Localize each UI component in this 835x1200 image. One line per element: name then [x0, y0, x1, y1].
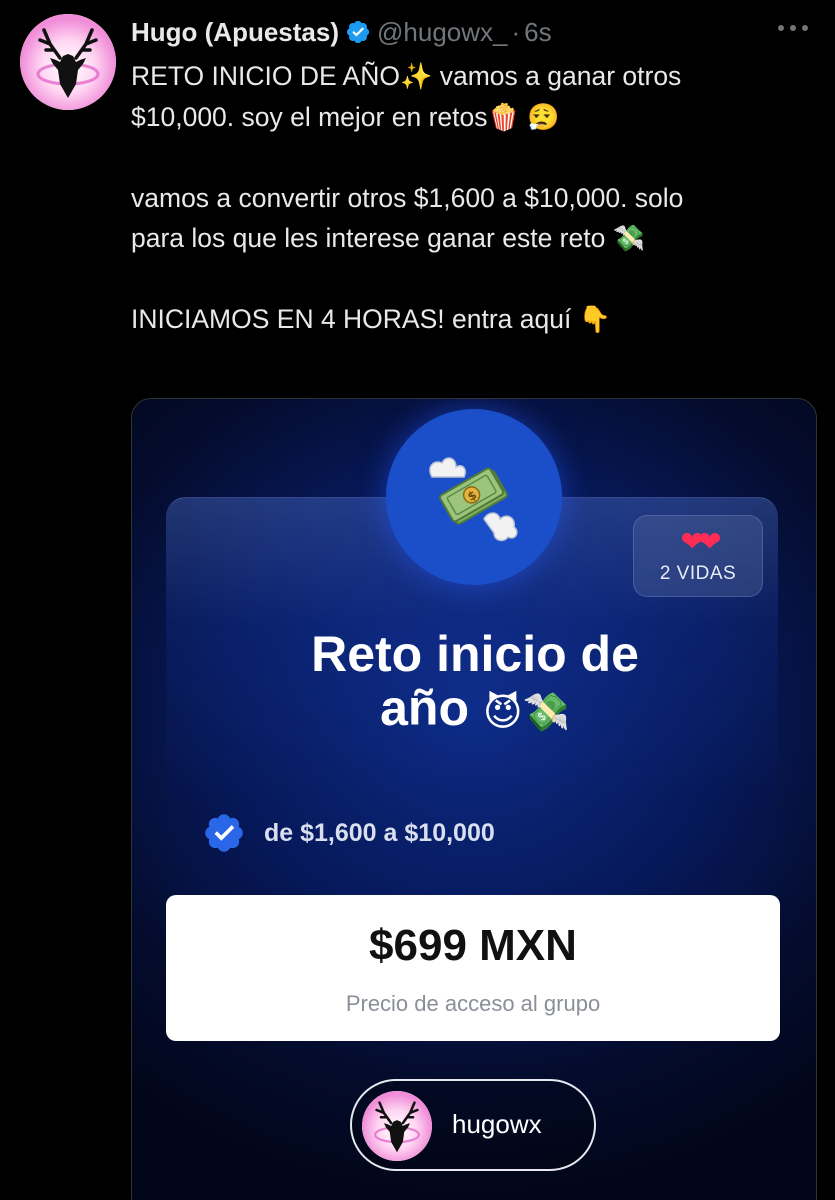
tweet-line: para los que les interese ganar este ret…: [131, 218, 821, 259]
tweet-line: $10,000. soy el mejor en retos🍿 😮‍💨: [131, 97, 821, 138]
timestamp[interactable]: 6s: [524, 17, 551, 48]
tweet-text: RETO INICIO DE AÑO✨ vamos a ganar otros …: [131, 56, 821, 340]
check-badge-icon: [205, 814, 243, 852]
money-wings-circle: $: [386, 409, 562, 585]
card-title: Reto inicio de año 😈💸: [132, 627, 816, 739]
sparkles-emoji: ✨: [399, 62, 433, 92]
money-wings-emoji: 💸: [612, 224, 646, 254]
hearts-icon: ❤❤: [680, 525, 722, 558]
point-down-emoji: 👇: [578, 305, 612, 335]
display-name[interactable]: Hugo (Apuestas): [131, 17, 339, 48]
verified-badge-icon: [345, 19, 371, 45]
deer-logo-icon: [20, 14, 116, 110]
more-options-icon[interactable]: [773, 18, 813, 38]
exhale-face-emoji: 😮‍💨: [527, 103, 560, 133]
tweet-media-image[interactable]: $ ❤❤ 2 VIDAS Reto inicio de año 😈💸 de $1…: [131, 398, 817, 1200]
money-with-wings-icon: $: [429, 457, 518, 542]
tweet-header: Hugo (Apuestas) @hugowx_ · 6s: [131, 14, 552, 50]
popcorn-emoji: 🍿: [487, 103, 520, 133]
tweet-line: vamos a convertir otros $1,600 a $10,000…: [131, 183, 684, 213]
price-caption: Precio de acceso al grupo: [345, 991, 601, 1016]
user-handle[interactable]: @hugowx_: [377, 17, 507, 48]
profile-pill: hugowx: [350, 1079, 596, 1171]
price-value: $699 MXN: [369, 921, 577, 970]
range-text: de $1,600 a $10,000: [264, 818, 495, 847]
tweet-line: INICIAMOS EN 4 HORAS! entra aquí 👇: [131, 299, 821, 340]
deer-logo-icon: [362, 1091, 432, 1161]
challenge-range: de $1,600 a $10,000: [202, 811, 495, 855]
tweet-line: RETO INICIO DE AÑO✨ vamos a ganar otros: [131, 56, 821, 97]
devil-money-wings-emoji: 😈💸: [482, 689, 570, 734]
pill-avatar: [362, 1091, 432, 1161]
lives-label: 2 VIDAS: [659, 563, 737, 584]
lives-badge: ❤❤ 2 VIDAS: [633, 515, 763, 597]
pill-username: hugowx: [452, 1109, 542, 1139]
separator-dot: ·: [511, 16, 521, 47]
user-avatar[interactable]: [20, 14, 116, 110]
price-box: $699 MXN Precio de acceso al grupo: [166, 895, 780, 1041]
